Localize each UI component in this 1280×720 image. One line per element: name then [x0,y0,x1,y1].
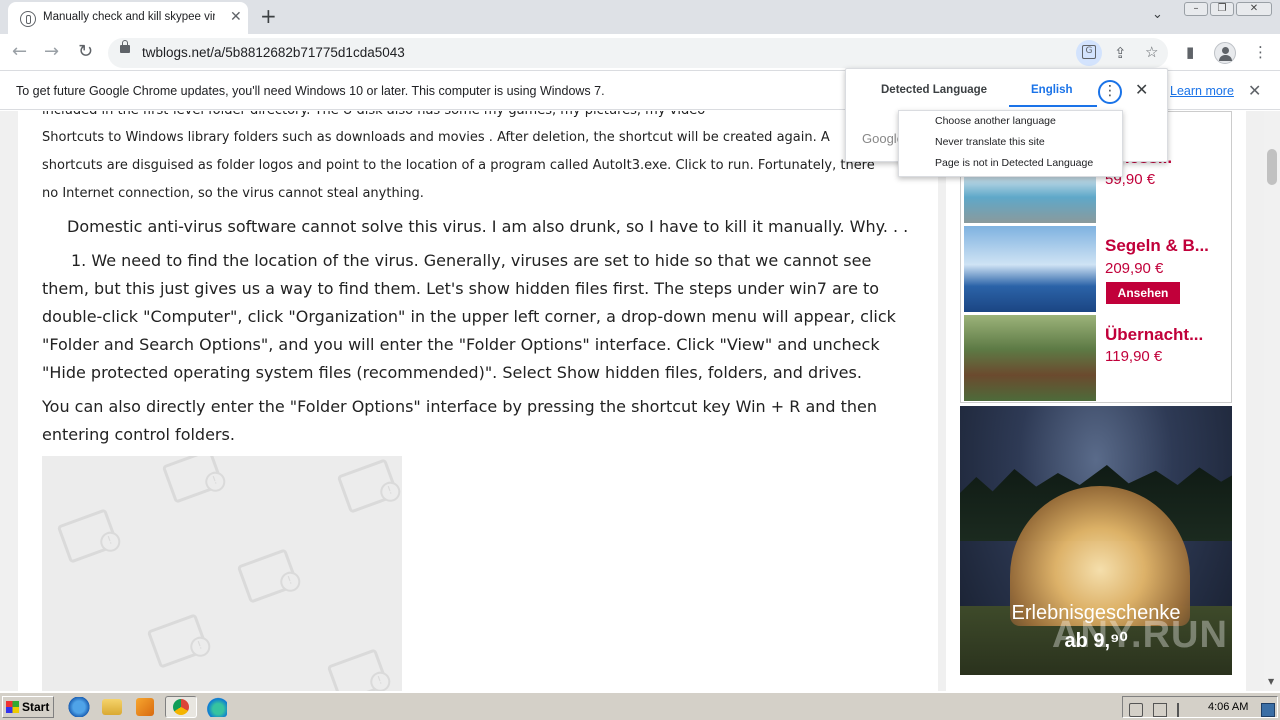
ad-price: 209,90 € [1105,260,1164,277]
ad-price: 119,90 € [1105,348,1163,365]
article-line: entering control folders. [42,425,235,444]
page-viewport: included in the first-level folder direc… [0,111,1280,691]
bookmark-star-icon[interactable]: ☆ [1145,43,1158,61]
menu-item-never-translate[interactable]: Never translate this site [935,136,1045,148]
translate-icon[interactable]: G [1076,40,1102,66]
broken-image-icon [161,456,225,504]
sidebar-ads: ...ness... 59,90 € Segeln & B... 209,90 … [946,111,1246,691]
article-line: Shortcuts to Windows library folders suc… [42,130,830,145]
article-line: them, but this just gives us a way to fi… [42,279,880,298]
ie-icon[interactable] [68,697,90,717]
show-desktop-icon[interactable] [1261,703,1275,717]
scroll-thumb[interactable] [1267,149,1277,185]
tab-search-chevron-down-icon[interactable]: ⌄ [1152,7,1163,22]
start-label: Start [22,700,50,714]
broken-image-icon [236,548,300,604]
article-paragraph: Domestic anti-virus software cannot solv… [67,217,909,236]
menu-item-not-detected-language[interactable]: Page is not in Detected Language [935,157,1093,169]
active-tab-indicator [1009,105,1097,107]
menu-item-choose-language[interactable]: Choose another language [935,115,1056,127]
edge-icon[interactable] [205,697,227,717]
more-menu-icon[interactable]: ⋮ [1253,43,1268,61]
article-line: 1. We need to find the location of the v… [71,251,872,270]
page-scrollbar[interactable]: ▼ [1264,111,1280,691]
translate-close-icon[interactable]: ✕ [1135,80,1148,99]
broken-image-icon [56,508,120,564]
keyboard-icon[interactable] [1129,703,1143,717]
profile-avatar-icon[interactable] [1214,42,1236,64]
browser-toolbar: ← → ↻ twblogs.net/a/5b8812682b71775d1cda… [0,34,1280,71]
dome-banner-ad[interactable]: ANY.RUN Erlebnisgeschenke ab 9,⁹⁰ [960,406,1232,675]
taskbar-clock[interactable]: 4:06 AM [1208,701,1248,713]
translate-options-menu: Choose another language Never translate … [898,110,1123,177]
minimize-button[interactable]: – [1184,2,1208,16]
article-line: included in the first-level folder direc… [42,111,705,125]
sailing-ad-image[interactable] [964,226,1096,312]
article-line: no Internet connection, so the virus can… [42,186,424,201]
close-window-button[interactable]: ✕ [1236,2,1272,16]
new-tab-button[interactable]: + [260,4,277,28]
article-line: You can also directly enter the "Folder … [42,397,878,416]
share-icon[interactable]: ⇪ [1114,44,1127,62]
url-text[interactable]: twblogs.net/a/5b8812682b71775d1cda5043 [142,45,405,60]
address-bar[interactable]: twblogs.net/a/5b8812682b71775d1cda5043 G… [108,38,1168,68]
banner-price: ab 9,⁹⁰ [1064,630,1128,652]
media-player-icon[interactable] [136,698,154,716]
lock-icon[interactable] [120,40,130,53]
reload-button[interactable]: ↻ [78,41,93,62]
chrome-icon [173,699,189,715]
learn-more-link[interactable]: Learn more [1170,84,1234,98]
article-line: double-click "Computer", click "Organiza… [42,307,896,326]
image-placeholder [42,456,402,691]
translate-options-icon[interactable]: ⋮ [1098,80,1122,104]
infobar-close-icon[interactable]: ✕ [1248,81,1261,100]
broken-image-icon [326,648,390,691]
explorer-icon[interactable] [102,699,122,715]
windows-logo-icon [6,701,19,713]
article-line: "Folder and Search Options", and you wil… [42,335,880,354]
ad-title[interactable]: Segeln & B... [1105,236,1209,256]
banner-headline: Erlebnisgeschenke [1011,602,1181,624]
tab-close-icon[interactable]: ✕ [230,9,242,25]
tab-title: Manually check and kill skypee virus [43,11,215,23]
site-favicon-icon [20,11,36,27]
flag-icon[interactable] [1177,703,1191,717]
browser-tab[interactable]: Manually check and kill skypee virus ✕ [8,2,248,34]
ad-title[interactable]: Übernacht... [1105,325,1203,345]
chrome-taskbar-button[interactable] [165,696,197,718]
tab-detected-language[interactable]: Detected Language [881,84,987,96]
restore-button[interactable]: ❐ [1210,2,1234,16]
tab-strip: Manually check and kill skypee virus ✕ +… [0,0,1280,34]
article-line: shortcuts are disguised as folder logos … [42,158,875,173]
article-body: included in the first-level folder direc… [18,111,938,691]
tab-english[interactable]: English [1031,84,1073,96]
ansehen-button[interactable]: Ansehen [1106,282,1180,304]
broken-image-icon [336,458,400,514]
windows-taskbar: Start 4:06 AM [0,692,1280,720]
barrel-sauna-ad-image[interactable] [964,315,1096,401]
broken-image-icon [146,613,210,669]
infobar-message: To get future Google Chrome updates, you… [16,84,605,98]
forward-button[interactable]: → [44,41,59,62]
system-tray [1122,696,1278,718]
back-button[interactable]: ← [12,41,27,62]
network-icon[interactable] [1153,703,1167,717]
side-panel-icon[interactable]: ▮ [1186,43,1194,61]
start-button[interactable]: Start [2,696,54,718]
article-line: "Hide protected operating system files (… [42,363,862,382]
scroll-down-arrow-icon[interactable]: ▼ [1268,677,1274,686]
